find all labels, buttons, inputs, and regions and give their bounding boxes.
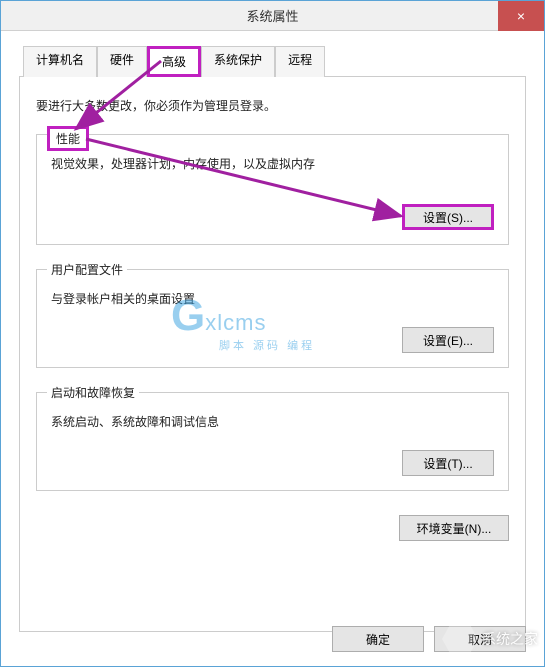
- window-title: 系统属性: [246, 6, 298, 25]
- close-button[interactable]: ×: [498, 1, 544, 31]
- tab-advanced[interactable]: 高级: [147, 46, 201, 77]
- dialog-buttons: 确定 取消: [332, 626, 526, 652]
- tab-content-advanced: 要进行大多数更改，你必须作为管理员登录。 性能 视觉效果，处理器计划，内存使用，…: [19, 77, 526, 632]
- user-profiles-desc: 与登录帐户相关的桌面设置: [51, 290, 494, 307]
- tab-protection[interactable]: 系统保护: [201, 46, 275, 77]
- ok-button[interactable]: 确定: [332, 626, 424, 652]
- cancel-button[interactable]: 取消: [434, 626, 526, 652]
- close-icon: ×: [517, 8, 525, 24]
- section-performance: 性能 视觉效果，处理器计划，内存使用，以及虚拟内存 设置(S)...: [36, 134, 509, 245]
- system-properties-window: 系统属性 × 计算机名 硬件 高级 系统保护 远程 要进行大多数更改，你必须作为…: [0, 0, 545, 667]
- content-area: 计算机名 硬件 高级 系统保护 远程 要进行大多数更改，你必须作为管理员登录。 …: [1, 31, 544, 646]
- tab-remote[interactable]: 远程: [275, 46, 325, 77]
- section-title-performance: 性能: [47, 126, 89, 151]
- tab-strip: 计算机名 硬件 高级 系统保护 远程: [19, 45, 526, 77]
- tab-computer-name[interactable]: 计算机名: [23, 46, 97, 77]
- intro-text: 要进行大多数更改，你必须作为管理员登录。: [36, 97, 509, 114]
- environment-variables-button[interactable]: 环境变量(N)...: [399, 515, 509, 541]
- title-bar: 系统属性 ×: [1, 1, 544, 31]
- section-title-startup-recovery: 启动和故障恢复: [47, 384, 139, 401]
- performance-desc: 视觉效果，处理器计划，内存使用，以及虚拟内存: [51, 155, 494, 172]
- startup-recovery-settings-button[interactable]: 设置(T)...: [402, 450, 494, 476]
- user-profiles-settings-button[interactable]: 设置(E)...: [402, 327, 494, 353]
- section-title-user-profiles: 用户配置文件: [47, 261, 127, 278]
- section-startup-recovery: 启动和故障恢复 系统启动、系统故障和调试信息 设置(T)...: [36, 392, 509, 491]
- performance-settings-button[interactable]: 设置(S)...: [402, 204, 494, 230]
- tab-hardware[interactable]: 硬件: [97, 46, 147, 77]
- section-user-profiles: 用户配置文件 与登录帐户相关的桌面设置 设置(E)...: [36, 269, 509, 368]
- startup-recovery-desc: 系统启动、系统故障和调试信息: [51, 413, 494, 430]
